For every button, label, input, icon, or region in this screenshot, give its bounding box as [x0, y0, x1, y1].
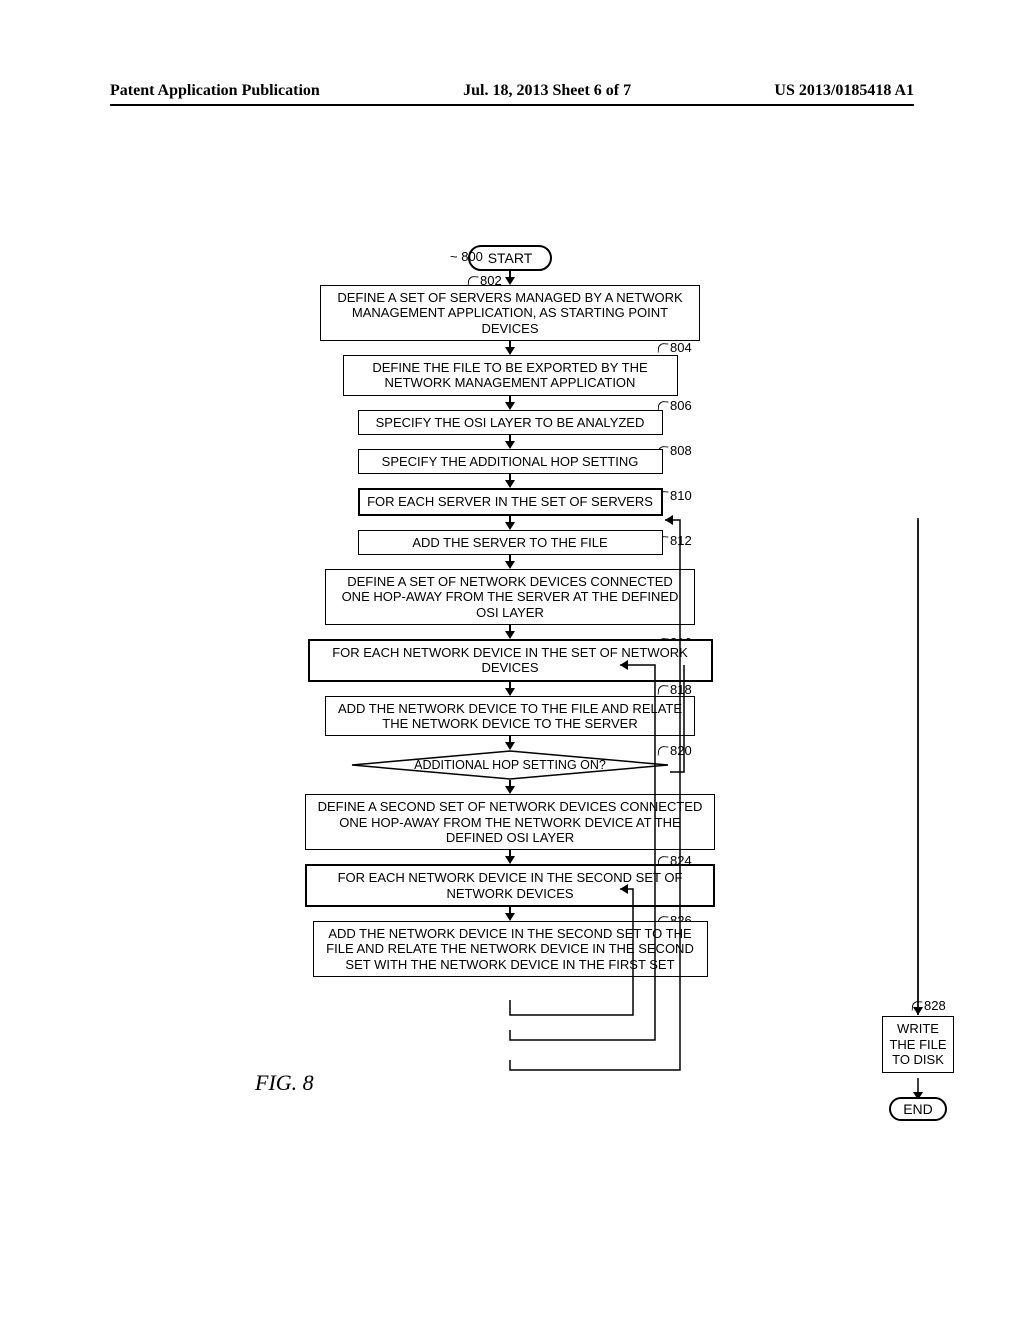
header-left: Patent Application Publication — [110, 82, 320, 100]
step-810: FOR EACH SERVER IN THE SET OF SERVERS — [358, 488, 663, 515]
arrow-icon — [505, 441, 515, 449]
step-802: DEFINE A SET OF SERVERS MANAGED BY A NET… — [320, 285, 700, 341]
header-rule — [110, 104, 914, 106]
step-814: DEFINE A SET OF NETWORK DEVICES CONNECTE… — [325, 569, 695, 625]
figure-caption: FIG. 8 — [255, 1070, 314, 1096]
step-818: ADD THE NETWORK DEVICE TO THE FILE AND R… — [325, 696, 695, 737]
ref-800: ~ 800 — [450, 249, 483, 264]
arrow-icon — [505, 786, 515, 794]
arrow-icon — [505, 742, 515, 750]
arrow-icon — [505, 480, 515, 488]
side-group: 828 WRITE THE FILE TO DISK END — [882, 1016, 954, 1121]
step-828: WRITE THE FILE TO DISK — [882, 1016, 954, 1073]
decision-820: ADDITIONAL HOP SETTING ON? — [350, 750, 670, 780]
end-terminal: END — [889, 1097, 947, 1121]
step-826: ADD THE NETWORK DEVICE IN THE SECOND SET… — [313, 921, 708, 977]
ref-828: 828 — [924, 998, 946, 1013]
ref-810: 810 — [670, 488, 692, 503]
arrow-icon — [505, 277, 515, 285]
step-806: SPECIFY THE OSI LAYER TO BE ANALYZED — [358, 410, 663, 435]
arrow-icon — [505, 522, 515, 530]
arrow-icon — [505, 913, 515, 921]
ref-820: 820 — [670, 743, 692, 758]
ref-804: 804 — [670, 340, 692, 355]
step-804: DEFINE THE FILE TO BE EXPORTED BY THE NE… — [343, 355, 678, 396]
page-header: Patent Application Publication Jul. 18, … — [110, 82, 914, 100]
step-824: FOR EACH NETWORK DEVICE IN THE SECOND SE… — [305, 864, 715, 907]
step-808: SPECIFY THE ADDITIONAL HOP SETTING — [358, 449, 663, 474]
header-center: Jul. 18, 2013 Sheet 6 of 7 — [463, 82, 631, 100]
arrow-icon — [505, 402, 515, 410]
step-816: FOR EACH NETWORK DEVICE IN THE SET OF NE… — [308, 639, 713, 682]
arrow-icon — [505, 631, 515, 639]
ref-812: 812 — [670, 533, 692, 548]
arrow-icon — [505, 561, 515, 569]
step-812: ADD THE SERVER TO THE FILE — [358, 530, 663, 555]
header-right: US 2013/0185418 A1 — [774, 82, 914, 100]
page: Patent Application Publication Jul. 18, … — [0, 0, 1024, 1320]
arrow-icon — [505, 688, 515, 696]
ref-808: 808 — [670, 443, 692, 458]
ref-806: 806 — [670, 398, 692, 413]
step-822: DEFINE A SECOND SET OF NETWORK DEVICES C… — [305, 794, 715, 850]
flowchart: START ~ 800 802 DEFINE A SET OF SERVERS … — [190, 245, 830, 977]
arrow-icon — [505, 347, 515, 355]
arrow-icon — [505, 856, 515, 864]
